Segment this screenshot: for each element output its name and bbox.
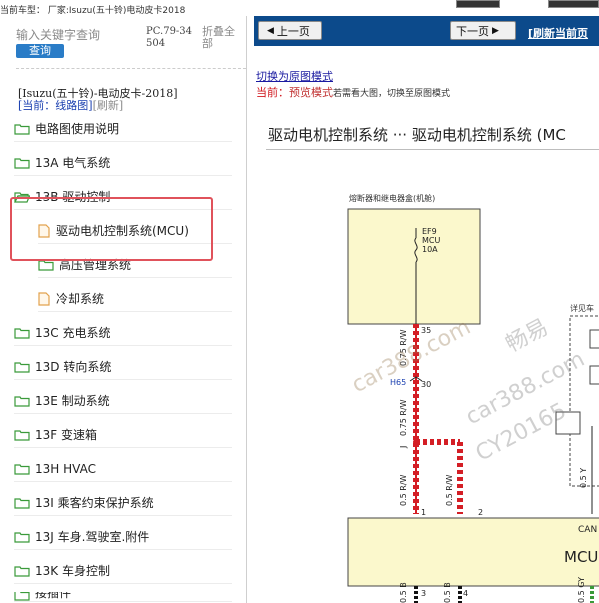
tree-item-label: 13E 制动系统 [35,394,110,408]
wire-label: 0.5 B [443,582,452,603]
top-strip: 当前车型： 厂家:Isuzu(五十铃)电动皮卡2018 [0,0,599,16]
pc-code-text: PC.79-34504 [146,26,193,49]
arrow-left-icon: ◀ [267,25,274,36]
tree-item-label: 13H HVAC [35,461,96,476]
wire-label: 0.5 Y [579,468,588,488]
viewer-panel: ◀ 上一页 下一页 ▶ [刷新当前页 切换为原图模式 当前：预览模式若需看大图，… [254,16,599,603]
tree-item-label: 电路图使用说明 [35,122,120,136]
title-underline [266,149,599,150]
tree-item[interactable]: 13A 电气系统 [14,150,232,176]
arrow-right-icon: ▶ [492,25,499,36]
divider [16,68,246,69]
tree-item-label: 13K 车身控制 [35,564,110,578]
wire-label: 0.75 R/W [399,399,408,436]
current-car-label: 当前车型： 厂家:Isuzu(五十铃)电动皮卡2018 [0,6,186,16]
folder-icon [14,429,30,441]
tree-item[interactable]: 13I 乘客约束保护系统 [14,490,232,516]
tree-item-label: 13C 充电系统 [35,326,111,340]
breadcrumb-current: [当前：线路图] [18,99,93,112]
prev-page-label: 上一页 [276,24,310,38]
wiring-diagram: 熔断器和继电器盒(机舱) EF9 MCU 10A 详见车 0.75 R/W 0.… [254,176,599,603]
mode-status: 当前：预览模式若需看大图，切换至原图模式 [256,84,450,100]
folder-icon [14,497,30,509]
wire-label: 0.5 GY [577,577,586,603]
pin-label: 1 [421,508,426,517]
pin-label: 30 [421,380,431,389]
mode-key: 当前： [256,86,289,99]
folder-icon [14,157,30,169]
mode-value: 预览模式 [289,86,333,99]
reference-box [589,365,599,385]
tree-item[interactable]: 13E 制动系统 [14,388,232,414]
tree-item-label: 13D 转向系统 [35,360,112,374]
tree-item-label: 冷却系统 [56,292,105,306]
tree-item[interactable]: 13H HVAC [14,456,232,482]
top-button[interactable] [548,0,599,8]
reference-box [589,329,599,349]
selection-highlight [10,197,213,261]
page-nav-bar: ◀ 上一页 下一页 ▶ [刷新当前页 [254,16,599,46]
page-title: 驱动电机控制系统 ··· 驱动电机控制系统 (MC [268,126,566,144]
fuse-rating: 10A [422,245,438,254]
mode-hint: 若需看大图，切换至原图模式 [333,89,451,99]
pin-label: 3 [421,589,426,598]
pc-code: PC.79-34504 [146,26,194,50]
fuse-box [347,208,481,325]
wire-label: 0.5 R/W [445,474,454,506]
splice-dot [413,439,419,445]
wire-label: 0.5 B [399,582,408,603]
mcu-label: MCU [564,548,598,566]
pin-label: 4 [463,589,468,598]
tree-item[interactable]: 电路图使用说明 [14,116,232,142]
fuse-box-label: 熔断器和继电器盒(机舱) [349,193,435,203]
folder-icon [14,123,30,135]
next-page-label: 下一页 [456,24,489,38]
folder-icon [14,327,30,339]
folder-icon [14,395,30,407]
tree-item[interactable]: 接插件 [14,592,232,602]
tree-item-label: 13F 变速箱 [35,428,97,442]
tree-item-label: 13J 车身.驾驶室.附件 [35,530,150,544]
left-panel: 输入关键字查询 查询 PC.79-34504 折叠全部 [Isuzu(五十铃)-… [0,16,247,603]
tree-item[interactable]: 13F 变速箱 [14,422,232,448]
fuse-name: MCU [422,236,440,245]
tree-item-label: 接插件 [35,592,72,600]
fuse-id: EF9 [422,227,437,236]
see-label: 详见车 [570,303,594,313]
mcu-block [347,517,599,587]
tree-item[interactable]: 13C 充电系统 [14,320,232,346]
tree-item[interactable]: 冷却系统 [38,286,232,312]
pin-label: 2 [478,508,483,517]
top-button[interactable] [456,0,500,8]
search-input[interactable]: 输入关键字查询 [16,26,140,43]
prev-page-button[interactable]: ◀ 上一页 [258,21,322,40]
tree-item[interactable]: 13J 车身.驾驶室.附件 [14,524,232,550]
can-label: CAN [578,525,597,535]
folder-icon [14,565,30,577]
splice-label: J [399,446,408,449]
fold-all-button[interactable]: 折叠全部 [202,26,240,50]
switch-mode-link[interactable]: 切换为原图模式 [256,68,333,84]
search-area: 输入关键字查询 查询 [16,26,140,58]
tree-item-label: 13I 乘客约束保护系统 [35,496,154,510]
wire-label: 0.5 R/W [399,474,408,506]
folder-icon [14,361,30,373]
folder-icon [14,531,30,543]
refresh-page-link[interactable]: [刷新当前页 [528,25,588,41]
folder-icon [14,592,30,601]
next-page-button[interactable]: 下一页 ▶ [450,21,516,40]
tree-item[interactable]: 13K 车身控制 [14,558,232,584]
fold-all-label: 折叠全部 [202,25,235,50]
document-icon [38,291,50,306]
breadcrumb-refresh-link[interactable]: [刷新] [93,99,124,112]
tree-item-label: 13A 电气系统 [35,156,111,170]
folder-icon [14,463,30,475]
tree-item[interactable]: 13D 转向系统 [14,354,232,380]
breadcrumb: [Isuzu(五十铃)-电动皮卡-2018] [当前：线路图][刷新] [18,88,178,112]
search-button[interactable]: 查询 [16,44,64,58]
